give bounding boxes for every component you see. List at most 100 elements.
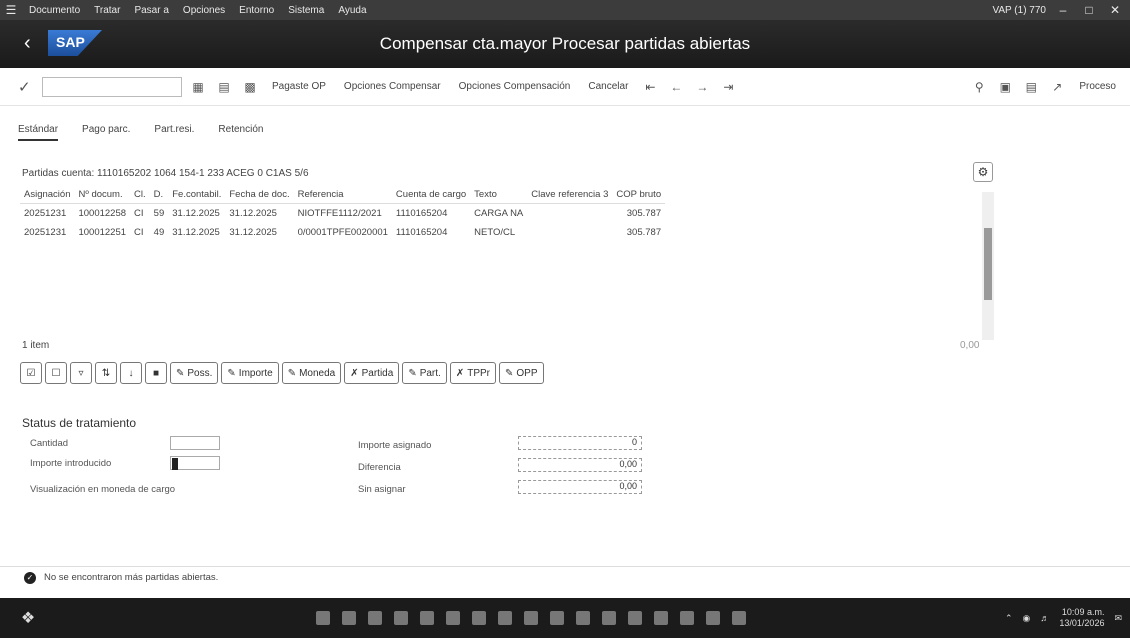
- cell: 31.12.2025: [229, 208, 277, 219]
- tppr-button[interactable]: ✗ TPPr: [449, 362, 496, 384]
- app-icon[interactable]: [316, 611, 330, 625]
- system-info: VAP (1) 770: [992, 4, 1046, 16]
- cell: NETO/CL: [474, 227, 516, 238]
- first-page-icon[interactable]: ⇤: [640, 78, 660, 96]
- menu-item-opciones[interactable]: Opciones: [176, 5, 232, 16]
- table-settings-icon[interactable]: ⚙: [973, 162, 993, 182]
- col-cop-bruto[interactable]: COP bruto: [612, 186, 666, 204]
- search-app-icon[interactable]: [342, 611, 356, 625]
- notifications-icon[interactable]: ✉: [1114, 613, 1122, 624]
- save-icon[interactable]: ▦: [188, 78, 208, 96]
- sort-icon[interactable]: ⇅: [95, 362, 117, 384]
- part-button[interactable]: ✎ Part.: [402, 362, 447, 384]
- status-section-title: Status de tratamiento: [22, 416, 137, 430]
- col-d[interactable]: D.: [149, 186, 169, 204]
- menu-icon[interactable]: ☰: [0, 3, 22, 17]
- select-icon[interactable]: ■: [145, 362, 167, 384]
- menu-item-pasar-a[interactable]: Pasar a: [127, 5, 175, 16]
- partida-button[interactable]: ✗ Partida: [344, 362, 400, 384]
- last-page-icon[interactable]: ⇥: [718, 78, 738, 96]
- chevron-up-icon[interactable]: ⌃: [1005, 613, 1013, 624]
- search-icon[interactable]: ⚲: [969, 78, 989, 96]
- tab-retencion[interactable]: Retención: [218, 124, 263, 141]
- col-fecha-contabil[interactable]: Fe.contabil.: [168, 186, 226, 204]
- enter-check-icon[interactable]: ✓: [18, 78, 36, 96]
- importe-button[interactable]: ✎ Importe: [221, 362, 279, 384]
- filter-icon[interactable]: ▿: [70, 362, 92, 384]
- close-icon[interactable]: ✕: [1106, 3, 1124, 17]
- menu-item-entorno[interactable]: Entorno: [232, 5, 281, 16]
- toolbar-button-1[interactable]: Pagaste OP: [266, 79, 332, 94]
- importe-label: Importe: [238, 367, 273, 379]
- toolbar-button-2[interactable]: Opciones Compensar: [338, 79, 447, 94]
- cell: 59: [153, 208, 165, 219]
- moneda-button[interactable]: ✎ Moneda: [281, 362, 342, 384]
- layout-icon[interactable]: ▩: [240, 78, 260, 96]
- app-icon[interactable]: [576, 611, 590, 625]
- minimize-icon[interactable]: –: [1054, 3, 1072, 17]
- account-line: Partidas cuenta: 1110165202 1064 154-1 2…: [22, 168, 309, 179]
- previous-page-icon[interactable]: ←: [666, 78, 686, 96]
- col-clase[interactable]: Cl.: [130, 186, 150, 204]
- menu-item-ayuda[interactable]: Ayuda: [331, 5, 373, 16]
- toolbar-button-3[interactable]: Opciones Compensación: [453, 79, 577, 94]
- screen-icon[interactable]: ▣: [995, 78, 1015, 96]
- col-num-documento[interactable]: Nº docum.: [74, 186, 131, 204]
- app-icon[interactable]: [446, 611, 460, 625]
- app-icon[interactable]: [628, 611, 642, 625]
- app-icon[interactable]: [472, 611, 486, 625]
- app-icon[interactable]: [680, 611, 694, 625]
- next-page-icon[interactable]: →: [692, 78, 712, 96]
- cell: 0/0001TPFE0020001: [297, 227, 388, 238]
- app-icon[interactable]: [706, 611, 720, 625]
- col-cuenta-cargo[interactable]: Cuenta de cargo: [391, 186, 471, 204]
- scrollbar-thumb[interactable]: [984, 228, 992, 300]
- tab-pago-parcial[interactable]: Pago parc.: [82, 124, 130, 141]
- col-asignacion[interactable]: Asignación: [20, 186, 75, 204]
- table-row[interactable]: 20251231 100012258 CI 59 31.12.2025 31.1…: [20, 204, 665, 224]
- app-icon[interactable]: [498, 611, 512, 625]
- opp-label: OPP: [516, 367, 538, 379]
- app-icon[interactable]: [550, 611, 564, 625]
- app-icon[interactable]: [394, 611, 408, 625]
- cantidad-field[interactable]: [170, 436, 220, 450]
- col-clave-referencia[interactable]: Clave referencia 3: [527, 186, 613, 204]
- app-icon[interactable]: [420, 611, 434, 625]
- table-scrollbar[interactable]: [982, 192, 994, 340]
- tab-estandar[interactable]: Estándar: [18, 124, 59, 141]
- process-button[interactable]: Proceso: [1073, 79, 1122, 94]
- tppr-icon: ✗: [455, 367, 465, 379]
- cell: 49: [153, 227, 165, 238]
- col-texto[interactable]: Texto: [470, 186, 528, 204]
- export-icon[interactable]: ↗: [1047, 78, 1067, 96]
- app-icon[interactable]: [602, 611, 616, 625]
- app-icon[interactable]: [654, 611, 668, 625]
- app-icon[interactable]: [732, 611, 746, 625]
- menu-item-sistema[interactable]: Sistema: [281, 5, 331, 16]
- menu-item-documento[interactable]: Documento: [22, 5, 87, 16]
- posiciones-button[interactable]: ✎ Poss.: [170, 362, 219, 384]
- system-tray: ⌃ ◉ ♬ 10:09 a.m. 13/01/2026 ✉: [1005, 607, 1130, 629]
- menu-item-tratar[interactable]: Tratar: [87, 5, 127, 16]
- col-fecha-doc[interactable]: Fecha de doc.: [225, 186, 294, 204]
- toolbar-button-cancel[interactable]: Cancelar: [582, 79, 634, 94]
- clock[interactable]: 10:09 a.m. 13/01/2026: [1059, 607, 1104, 629]
- window-icon[interactable]: ▤: [1021, 78, 1041, 96]
- select-all-icon[interactable]: ☑: [20, 362, 42, 384]
- volume-icon[interactable]: ♬: [1040, 613, 1049, 623]
- maximize-icon[interactable]: □: [1080, 3, 1098, 17]
- network-icon[interactable]: ◉: [1023, 613, 1031, 624]
- opp-button[interactable]: ✎ OPP: [499, 362, 544, 384]
- start-menu-icon[interactable]: ❖: [10, 608, 46, 628]
- moneda-label: Moneda: [299, 367, 336, 379]
- print-icon[interactable]: ▤: [214, 78, 234, 96]
- app-icon[interactable]: [524, 611, 538, 625]
- command-field[interactable]: [42, 76, 182, 97]
- deselect-all-icon[interactable]: ☐: [45, 362, 67, 384]
- app-icon[interactable]: [368, 611, 382, 625]
- part-icon: ✎: [408, 367, 417, 379]
- col-referencia[interactable]: Referencia: [293, 186, 392, 204]
- table-row[interactable]: 20251231 100012251 CI 49 31.12.2025 31.1…: [20, 223, 665, 242]
- tab-partida-residual[interactable]: Part.resi.: [154, 124, 194, 141]
- sort-desc-icon[interactable]: ↓: [120, 362, 142, 384]
